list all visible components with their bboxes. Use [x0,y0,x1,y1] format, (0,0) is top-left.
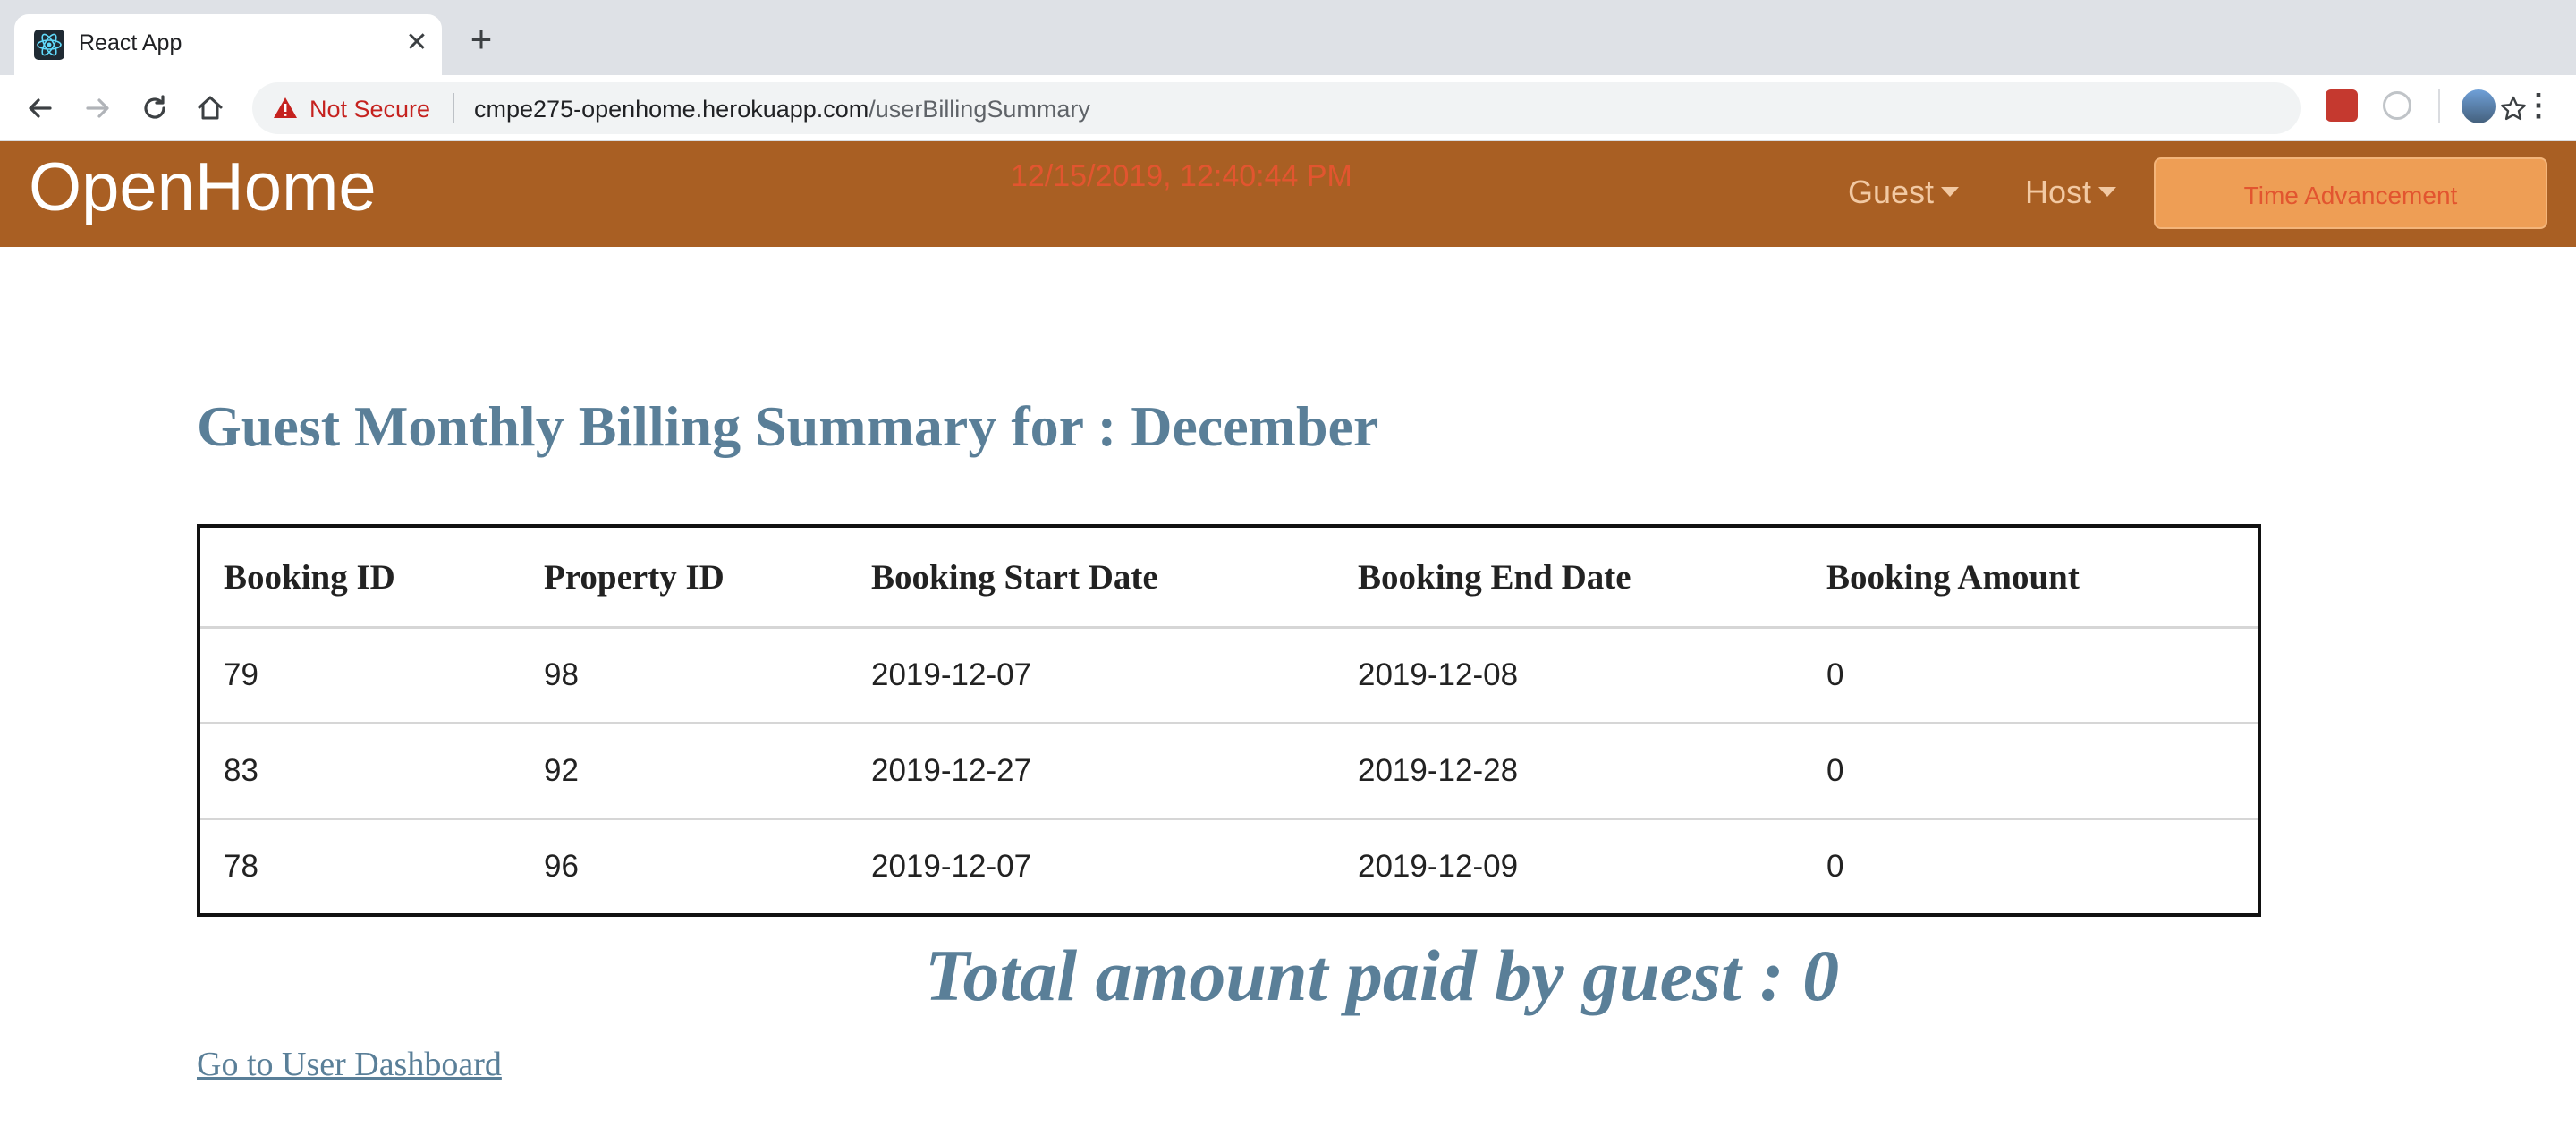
end-date-cell: 2019-12-08 [1335,626,1803,724]
forward-arrow-icon[interactable] [79,89,116,127]
end-date-cell: 2019-12-28 [1335,722,1803,819]
brand-logo[interactable]: OpenHome [29,148,377,226]
start-date-cell: 2019-12-07 [848,626,1335,724]
caret-down-icon [2098,186,2117,197]
react-favicon-icon [34,30,64,60]
url-divider [453,93,454,123]
current-datetime: 12/15/2019, 12:40:44 PM [1011,159,1352,193]
column-header: Booking Amount [1826,557,2080,597]
column-header: Booking Start Date [871,557,1158,597]
time-advancement-button[interactable]: Time Advancement [2154,157,2547,229]
home-icon[interactable] [191,89,229,127]
not-secure-label[interactable]: Not Secure [309,96,430,123]
property-id-cell: 96 [521,818,848,915]
column-header: Property ID [544,557,724,597]
total-amount: Total amount paid by guest : 0 [925,935,1840,1016]
url-host: cmpe275-openhome.herokuapp.com [474,96,869,123]
end-date-cell: 2019-12-09 [1335,818,1803,915]
start-date-cell: 2019-12-27 [848,722,1335,819]
extension-icon[interactable] [2326,89,2358,122]
reload-icon[interactable] [136,89,174,127]
address-bar[interactable]: Not Secure cmpe275-openhome.herokuapp.co… [252,82,2526,134]
tab-close-icon[interactable]: ✕ [401,27,433,59]
new-tab-button[interactable]: + [462,21,501,61]
column-header: Booking End Date [1358,557,1631,597]
property-id-cell: 98 [521,626,848,724]
extension-circle-icon[interactable] [2383,91,2411,120]
booking-id-cell: 79 [199,626,521,724]
host-dropdown[interactable]: Host [2025,174,2117,211]
property-id-cell: 92 [521,722,848,819]
table-row: 78 96 2019-12-07 2019-12-09 0 [199,818,2259,915]
column-header: Booking ID [224,557,395,597]
caret-down-icon [1941,186,1960,197]
user-dashboard-link[interactable]: Go to User Dashboard [197,1045,502,1084]
amount-cell: 0 [1803,626,2259,724]
amount-cell: 0 [1803,818,2259,915]
back-arrow-icon[interactable] [21,89,59,127]
table-header-row: Booking ID Property ID Booking Start Dat… [199,526,2259,628]
browser-tab-strip: React App ✕ + [0,0,2576,75]
app-navbar: OpenHome 12/15/2019, 12:40:44 PM Guest H… [0,141,2576,247]
warning-triangle-icon [272,95,299,122]
profile-avatar[interactable] [2462,89,2496,123]
guest-dropdown[interactable]: Guest [1848,174,1960,211]
booking-id-cell: 83 [199,722,521,819]
amount-cell: 0 [1803,722,2259,819]
url-path: /userBillingSummary [869,96,1090,123]
booking-id-cell: 78 [199,818,521,915]
tab-title: React App [79,30,182,55]
browser-menu-icon[interactable]: ⋮ [2522,89,2555,123]
guest-dropdown-label: Guest [1848,174,1935,210]
start-date-cell: 2019-12-07 [848,818,1335,915]
browser-tab[interactable]: React App ✕ [14,14,442,75]
table-row: 83 92 2019-12-27 2019-12-28 0 [199,722,2259,819]
toolbar-divider [2438,89,2440,123]
host-dropdown-label: Host [2025,174,2092,210]
billing-table: Booking ID Property ID Booking Start Dat… [197,524,2261,917]
url-text[interactable]: cmpe275-openhome.herokuapp.com/userBilli… [474,96,1090,123]
table-row: 79 98 2019-12-07 2019-12-08 0 [199,626,2259,724]
browser-toolbar: Not Secure cmpe275-openhome.herokuapp.co… [0,75,2576,141]
page-title: Guest Monthly Billing Summary for : Dece… [197,394,1379,458]
